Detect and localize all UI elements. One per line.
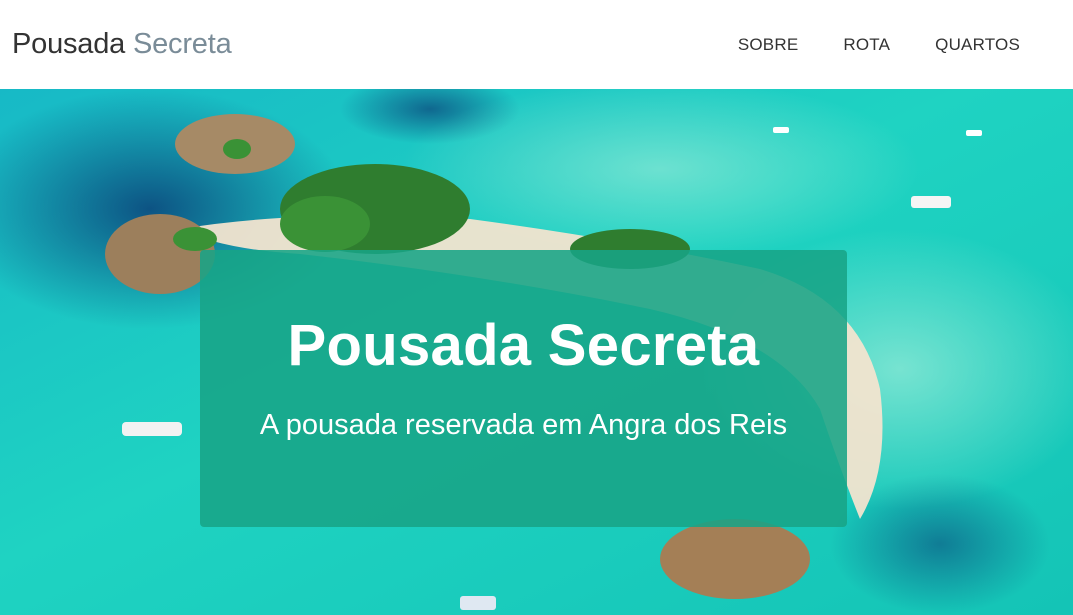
hero-subtitle: A pousada reservada em Angra dos Reis (259, 409, 788, 441)
hero-card: Pousada Secreta A pousada reservada em A… (200, 250, 847, 527)
nav-link-sobre[interactable]: SOBRE (738, 35, 799, 55)
navbar: Pousada Secreta SOBRE ROTA QUARTOS (0, 0, 1073, 89)
hero-title: Pousada Secreta (287, 313, 760, 378)
brand-primary: Pousada (12, 28, 126, 60)
nav-link-rota[interactable]: ROTA (843, 35, 890, 55)
nav-menu: SOBRE ROTA QUARTOS (738, 35, 1020, 55)
brand-secondary: Secreta (132, 28, 232, 60)
nav-link-quartos[interactable]: QUARTOS (935, 35, 1020, 55)
hero-section: Pousada Secreta A pousada reservada em A… (0, 89, 1073, 615)
brand-logo[interactable]: Pousada Secreta (12, 28, 232, 61)
